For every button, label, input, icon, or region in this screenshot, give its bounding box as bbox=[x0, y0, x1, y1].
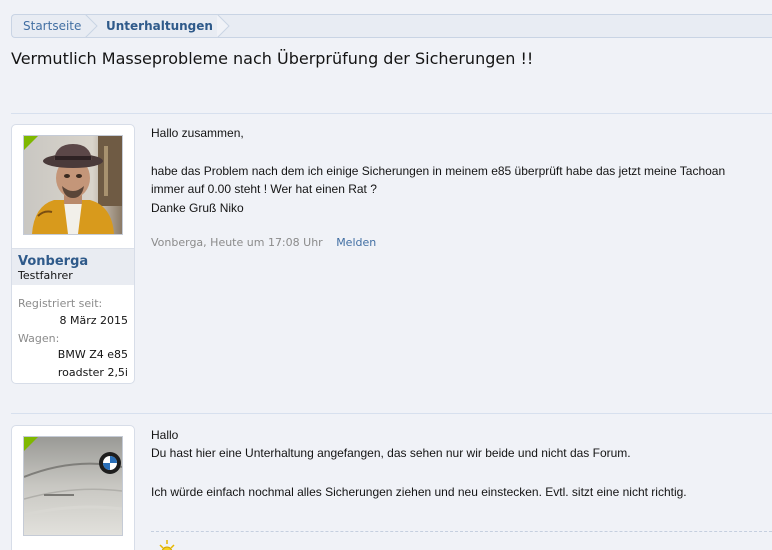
message-text-line: Hallo bbox=[151, 428, 179, 442]
message-user-info: Vonberga Testfahrer Registriert seit: 8 … bbox=[11, 124, 135, 384]
avatar[interactable] bbox=[23, 436, 123, 536]
car-value-line1: BMW Z4 e85 bbox=[57, 348, 128, 361]
message-author-date[interactable]: Vonberga, Heute um 17:08 Uhr bbox=[151, 236, 323, 249]
sun-icon bbox=[159, 540, 175, 550]
registered-value: 8 März 2015 bbox=[59, 314, 128, 327]
user-title: Testfahrer bbox=[18, 269, 73, 282]
car-value-line2: roadster 2,5i bbox=[57, 366, 128, 379]
user-name-block: Vonberga Testfahrer bbox=[12, 248, 134, 285]
breadcrumb-home-link[interactable]: Startseite bbox=[23, 15, 81, 37]
registered-label: Registriert seit: bbox=[18, 297, 103, 310]
car-label: Wagen: bbox=[18, 332, 60, 345]
car-photo-icon bbox=[23, 437, 123, 535]
breadcrumb-separator-icon bbox=[85, 14, 98, 38]
username-link[interactable]: Vonberga bbox=[18, 254, 88, 269]
signature-divider bbox=[151, 531, 772, 532]
message-divider bbox=[11, 113, 772, 114]
message-text-line: Ich würde einfach nochmal alles Sicherun… bbox=[151, 485, 687, 499]
message-meta: Vonberga, Heute um 17:08 Uhr Melden bbox=[151, 236, 376, 249]
breadcrumb-current-link[interactable]: Unterhaltungen bbox=[106, 15, 213, 37]
online-indicator-icon bbox=[24, 136, 38, 150]
online-indicator-icon bbox=[24, 437, 38, 451]
report-link[interactable]: Melden bbox=[336, 236, 376, 249]
message-user-info bbox=[11, 425, 135, 550]
message-text-line: Danke Gruß Niko bbox=[151, 201, 244, 215]
message-text-line: habe das Problem nach dem ich einige Sic… bbox=[151, 164, 726, 178]
message-divider bbox=[11, 413, 772, 414]
page-title: Vermutlich Masseprobleme nach Überprüfun… bbox=[11, 49, 534, 68]
message-text-line: Hallo zusammen, bbox=[151, 126, 244, 140]
breadcrumb-separator-icon bbox=[217, 14, 230, 38]
message-text-line: immer auf 0.00 steht ! Wer hat einen Rat… bbox=[151, 182, 377, 196]
breadcrumb: Startseite Unterhaltungen bbox=[11, 14, 772, 38]
avatar[interactable] bbox=[23, 135, 123, 235]
message-text-line: Du hast hier eine Unterhaltung angefange… bbox=[151, 446, 631, 460]
user-photo-icon bbox=[24, 136, 122, 234]
